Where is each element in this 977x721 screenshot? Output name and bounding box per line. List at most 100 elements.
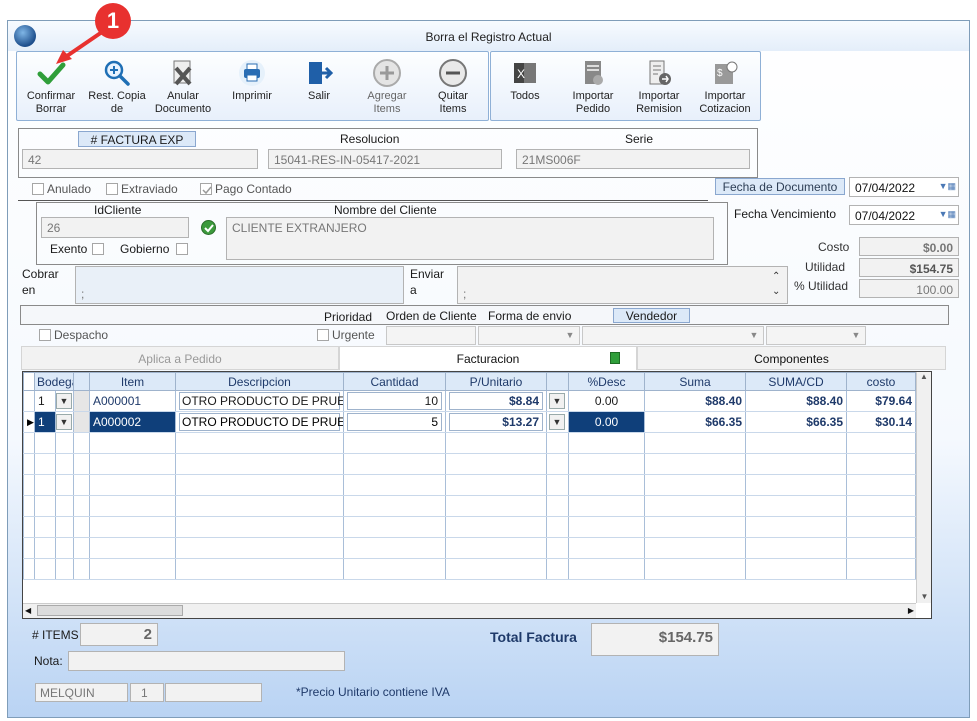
import-order-button[interactable]: Importar Pedido [561, 56, 625, 120]
cell-desc-pct[interactable]: 0.00 [568, 411, 645, 433]
scroll-right-icon[interactable]: ▶ [908, 606, 914, 615]
annotation-arrow-icon [56, 30, 104, 64]
scroll-up-icon[interactable]: ▲ [917, 372, 931, 381]
print-button[interactable]: Imprimir [220, 56, 284, 120]
confirm-label-1: Confirmar [26, 90, 76, 102]
exento-checkbox[interactable] [92, 243, 104, 255]
add-items-button[interactable]: Agregar Items [355, 56, 419, 120]
export-all-button[interactable]: X Todos [493, 56, 557, 120]
scroll-left-icon[interactable]: ◀ [25, 606, 31, 615]
col-punitario[interactable]: P/Unitario [445, 372, 547, 391]
col-cantidad[interactable]: Cantidad [343, 372, 446, 391]
cell-item[interactable]: A000001 [89, 390, 176, 412]
vertical-scrollbar[interactable]: ▲ ▼ [916, 372, 931, 603]
import-quote-label-2: Cotizacion [699, 103, 751, 115]
col-desc[interactable]: %Desc [568, 372, 645, 391]
import-quote-button[interactable]: $ Importar Cotizacion [693, 56, 757, 120]
resolucion-field[interactable]: 15041-RES-IN-05417-2021 [268, 149, 502, 169]
fecha-documento-field[interactable]: 07/04/2022 ▼▦ [849, 177, 959, 197]
nombre-cliente-field[interactable]: CLIENTE EXTRANJERO [226, 217, 714, 260]
items-table: Bodega Item Descripcion Cantidad P/Unita… [23, 372, 916, 580]
cell-costo: $79.64 [846, 390, 916, 412]
cell-desc-pct[interactable]: 0.00 [568, 390, 645, 412]
cell-item[interactable]: A000002 [89, 411, 176, 433]
table-row[interactable]: 1 ▼ A000001 OTRO PRODUCTO DE PRUE 10 $8.… [23, 390, 916, 412]
orden-cliente-input[interactable] [386, 326, 476, 345]
table-row-selected[interactable]: ▶ 1 ▼ A000002 OTRO PRODUCTO DE PRUE 5 $1… [23, 411, 916, 433]
cell-punitario[interactable]: $8.84 [445, 390, 547, 412]
pago-contado-checkbox[interactable] [200, 183, 212, 195]
print-label: Imprimir [232, 90, 272, 102]
cell-price-dropdown[interactable]: ▼ [546, 390, 569, 412]
cell-price-dropdown[interactable]: ▼ [546, 411, 569, 433]
cell-descripcion[interactable]: OTRO PRODUCTO DE PRUE [175, 411, 344, 433]
serie-label: Serie [625, 132, 654, 146]
cell-descripcion[interactable]: OTRO PRODUCTO DE PRUE [175, 390, 344, 412]
cell-bodega-dropdown[interactable]: ▼ [55, 411, 74, 433]
resolucion-label: Resolucion [340, 132, 400, 146]
verify-client-icon[interactable] [201, 220, 216, 235]
col-sumacd[interactable]: SUMA/CD [745, 372, 847, 391]
cell-blank [73, 390, 90, 412]
exit-button[interactable]: Salir [287, 56, 351, 120]
despacho-checkbox[interactable] [39, 329, 51, 341]
check-mark-icon [202, 186, 212, 195]
vendedor-select[interactable]: ▼ [582, 326, 764, 345]
remove-items-label-1: Quitar [438, 90, 468, 102]
extraviado-checkbox[interactable] [106, 183, 118, 195]
scroll-thumb[interactable] [37, 605, 183, 616]
chevron-down-icon: ▼ [56, 414, 72, 430]
factura-number-field[interactable]: 42 [22, 149, 258, 169]
fecha-vencimiento-label: Fecha Vencimiento [734, 207, 837, 221]
doc-icon [610, 352, 620, 364]
options-bar [20, 305, 949, 325]
urgente-checkbox[interactable] [317, 329, 329, 341]
chevron-down-icon: ▼ [565, 330, 575, 340]
void-document-button[interactable]: Anular Documento [151, 56, 215, 120]
calendar-icon[interactable]: ▼▦ [939, 209, 956, 220]
chevron-down-icon: ▼ [851, 330, 861, 340]
cell-bodega[interactable]: 1 [34, 411, 56, 433]
anulado-checkbox[interactable] [32, 183, 44, 195]
enviar-scroll[interactable]: ⌃ ⌄ [772, 269, 780, 299]
pct-utilidad-field: 100.00 [859, 279, 959, 298]
cell-cantidad[interactable]: 5 [343, 411, 446, 433]
gobierno-checkbox[interactable] [176, 243, 188, 255]
serie-field[interactable]: 21MS006F [516, 149, 750, 169]
scroll-up-icon[interactable]: ⌃ [772, 271, 780, 282]
cell-bodega-dropdown[interactable]: ▼ [55, 390, 74, 412]
fecha-documento-label: Fecha de Documento [715, 178, 845, 195]
cell-sumacd: $66.35 [745, 411, 847, 433]
import-order-label-2: Pedido [575, 103, 611, 115]
idcliente-field[interactable]: 26 [41, 217, 189, 238]
extra-select[interactable]: ▼ [766, 326, 866, 345]
col-descripcion[interactable]: Descripcion [175, 372, 344, 391]
costo-field: $0.00 [859, 237, 959, 256]
cobrar-field[interactable]: ; [75, 266, 404, 304]
col-bodega[interactable]: Bodega [34, 372, 74, 391]
items-grid[interactable]: Bodega Item Descripcion Cantidad P/Unita… [22, 371, 932, 619]
enviar-field[interactable]: ; [457, 266, 788, 304]
tab-aplica-pedido[interactable]: Aplica a Pedido [21, 346, 339, 370]
row-selector-current-icon[interactable]: ▶ [23, 411, 35, 433]
cell-bodega[interactable]: 1 [34, 390, 56, 412]
tab-componentes[interactable]: Componentes [637, 346, 946, 370]
col-item[interactable]: Item [89, 372, 176, 391]
horizontal-scrollbar[interactable]: ◀ ▶ [23, 603, 916, 618]
fecha-vencimiento-field[interactable]: 07/04/2022 ▼▦ [849, 205, 959, 225]
cell-cantidad[interactable]: 10 [343, 390, 446, 412]
remove-items-button[interactable]: Quitar Items [421, 56, 485, 120]
excel-icon: X [514, 63, 536, 83]
forma-envio-select[interactable]: ▼ [478, 326, 580, 345]
scroll-down-icon[interactable]: ▼ [917, 592, 931, 601]
tab-facturacion[interactable]: Facturacion [339, 346, 637, 370]
col-suma[interactable]: Suma [644, 372, 746, 391]
nota-field[interactable] [68, 651, 345, 671]
col-costo[interactable]: costo [846, 372, 916, 391]
calendar-icon[interactable]: ▼▦ [939, 181, 956, 192]
import-remision-button[interactable]: Importar Remision [627, 56, 691, 120]
title-bar: Borra el Registro Actual [8, 21, 969, 51]
cell-punitario[interactable]: $13.27 [445, 411, 547, 433]
scroll-down-icon[interactable]: ⌄ [772, 286, 780, 297]
row-selector[interactable] [23, 390, 35, 412]
